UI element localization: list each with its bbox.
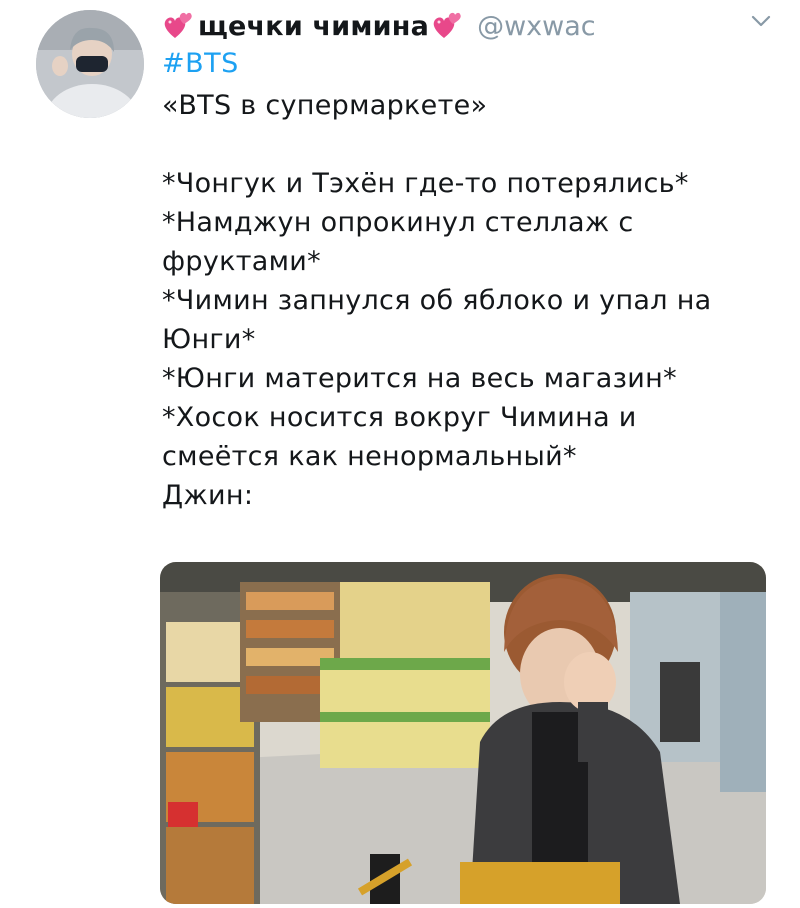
avatar-image: [36, 10, 144, 118]
tweet-text-line: *Чонгук и Тэхён где-то потерялись*: [162, 168, 689, 199]
tweet-text-line: *Хосок носится вокруг Чимина и: [162, 402, 637, 433]
tweet-text-line: смеётся как ненормальный*: [162, 441, 577, 472]
tweet-photo[interactable]: [160, 562, 766, 904]
tweet-header: щечки чимина @wxwac: [162, 6, 780, 46]
chevron-down-icon[interactable]: [750, 10, 772, 32]
tweet-text-line: фруктами*: [162, 246, 321, 277]
heart-emoji-icon: [164, 12, 192, 38]
heart-emoji-icon: [433, 12, 461, 38]
tweet-text-line: *Намджун опрокинул стеллаж с: [162, 207, 634, 238]
hashtag-link[interactable]: #BTS: [162, 48, 239, 79]
user-handle[interactable]: @wxwac: [477, 11, 596, 42]
tweet-text: «BTS в супермаркете» *Чонгук и Тэхён где…: [162, 86, 772, 515]
supermarket-photo: [160, 562, 766, 904]
avatar[interactable]: [36, 10, 144, 118]
tweet-text-line: *Чимин запнулся об яблоко и упал на: [162, 285, 712, 316]
tweet-text-line: «BTS в супермаркете»: [162, 90, 488, 121]
tweet-text-line: Джин:: [162, 480, 254, 511]
tweet-text-line: Юнги*: [162, 324, 256, 355]
tweet-text-line: *Юнги матерится на весь магазин*: [162, 363, 677, 394]
display-name[interactable]: щечки чимина: [198, 11, 429, 42]
